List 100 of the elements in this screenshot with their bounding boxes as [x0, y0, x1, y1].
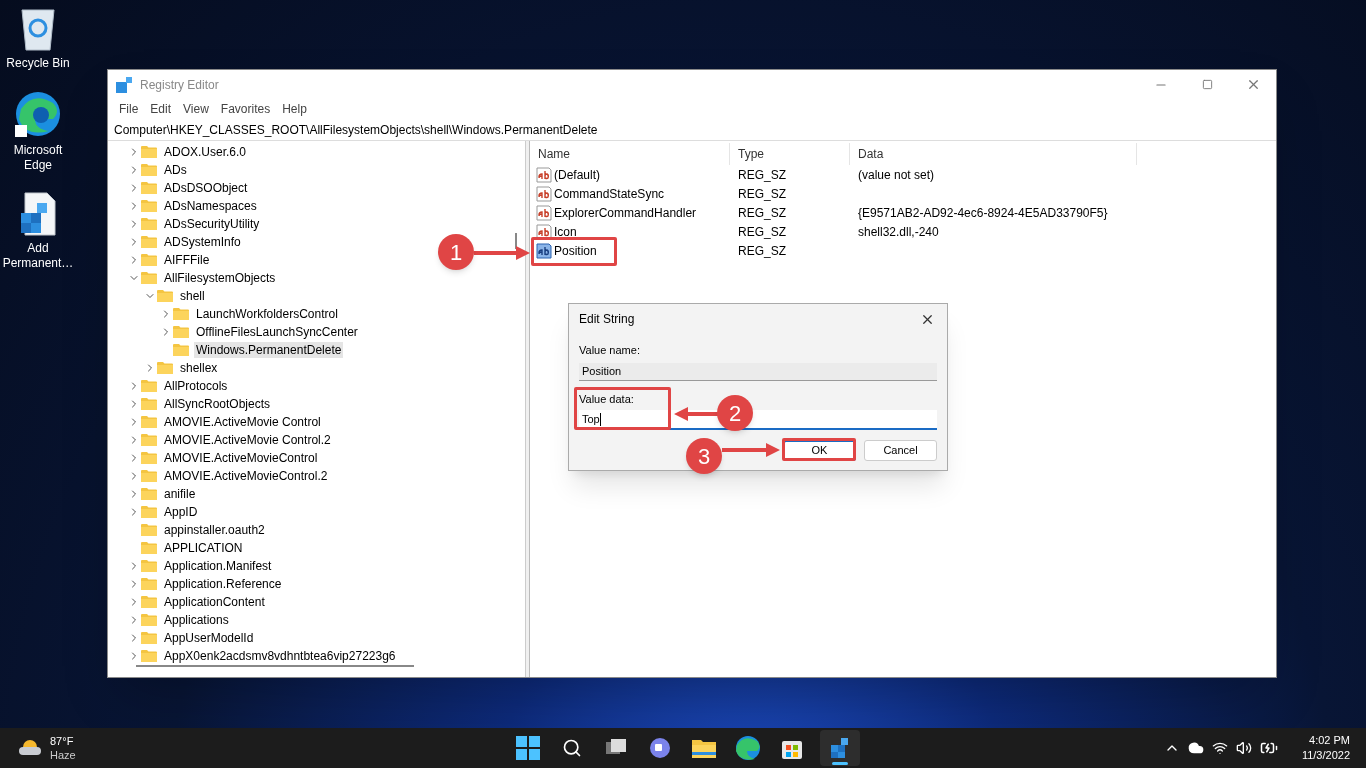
tree-item[interactable]: ADsDSOObject — [162, 180, 250, 196]
value-name[interactable]: ExplorerCommandHandler — [554, 203, 697, 222]
folder-icon — [173, 307, 189, 321]
folder-icon — [141, 271, 157, 285]
folder-icon — [173, 325, 189, 339]
menu-item[interactable]: Favorites — [215, 100, 276, 118]
field-label: Value data: — [579, 391, 635, 407]
desktop-icon-label[interactable]: Add Permanent… — [2, 241, 74, 271]
menu-item[interactable]: Help — [277, 100, 312, 118]
window-title: Registry Editor — [140, 76, 219, 94]
folder-icon — [141, 577, 157, 591]
tree-item[interactable]: ADs — [162, 162, 189, 178]
value-type: REG_SZ — [737, 223, 787, 241]
clock-time[interactable]: 4:02 PM — [1309, 733, 1350, 748]
tree-item[interactable]: AppUserModelId — [162, 630, 256, 646]
value-name[interactable]: CommandStateSync — [554, 184, 665, 203]
horizontal-scrollbar[interactable] — [136, 665, 414, 667]
browser-icon[interactable] — [13, 89, 63, 139]
column-header[interactable]: Data — [850, 143, 1137, 165]
tree-item[interactable]: Applications — [162, 612, 231, 628]
tree-item[interactable]: AMOVIE.ActiveMovieControl.2 — [162, 468, 330, 484]
dialog-title: Edit String — [579, 311, 635, 328]
value-data: (value not set) — [857, 166, 935, 184]
tree-item[interactable]: ApplicationContent — [162, 594, 267, 610]
address-bar[interactable]: Computer\HKEY_CLASSES_ROOT\AllFilesystemObjects\shell\Windows.PermanentDelete — [108, 119, 1276, 141]
tree-item[interactable]: OfflineFilesLaunchSyncCenter — [194, 324, 360, 340]
dialog-button[interactable]: Cancel — [864, 440, 937, 461]
folder-icon — [141, 199, 157, 213]
temperature-text[interactable]: 87°F — [50, 734, 76, 748]
menu-item[interactable]: Edit — [145, 100, 177, 118]
callout-arrow — [674, 407, 718, 421]
tree-item[interactable]: APPLICATION — [162, 540, 245, 556]
string-value-icon — [536, 166, 552, 183]
tree-item[interactable]: ADsNamespaces — [162, 198, 259, 214]
volume-icon[interactable] — [1235, 740, 1252, 756]
value-name[interactable]: Position — [554, 241, 597, 260]
folder-icon — [141, 379, 157, 393]
tree-item[interactable]: shell — [178, 288, 207, 304]
tree-item[interactable]: AIFFFile — [162, 252, 212, 268]
value-name-field[interactable]: Position — [579, 362, 937, 381]
string-value-icon — [536, 242, 552, 259]
tree-item[interactable]: Application.Manifest — [162, 558, 274, 574]
tree-item[interactable]: AppX0enk2acdsmv8vdhntbtea6vip27223g6 — [162, 648, 398, 664]
folder-icon — [141, 451, 157, 465]
tree-item[interactable]: AllSyncRootObjects — [162, 396, 273, 412]
column-header[interactable]: Type — [730, 143, 850, 165]
folder-icon — [141, 397, 157, 411]
folder-icon — [141, 631, 157, 645]
tree-item[interactable]: ADOX.User.6.0 — [162, 144, 249, 160]
desktop-icon-label[interactable]: Microsoft Edge — [2, 143, 74, 173]
weather-text[interactable]: Haze — [50, 748, 76, 762]
scrollbar-thumb[interactable] — [515, 233, 517, 249]
cloud-icon[interactable] — [1187, 740, 1204, 756]
folder-icon — [141, 145, 157, 159]
value-data: {E9571AB2-AD92-4ec6-8924-4E5AD33790F5} — [857, 204, 1108, 222]
tree-item[interactable]: Windows.PermanentDelete — [194, 342, 344, 358]
value-name[interactable]: (Default) — [554, 165, 600, 184]
folder-icon — [141, 595, 157, 609]
tree-item[interactable]: AllFilesystemObjects — [162, 270, 278, 286]
menu-item[interactable]: File — [114, 100, 144, 118]
folder-icon — [141, 559, 157, 573]
weather-icon[interactable] — [18, 738, 42, 758]
tree-item[interactable]: ADsSecurityUtility — [162, 216, 262, 232]
folder-icon — [141, 217, 157, 231]
tree-item[interactable]: AMOVIE.ActiveMovieControl — [162, 450, 320, 466]
menu-item[interactable]: View — [178, 100, 214, 118]
clock-date[interactable]: 11/3/2022 — [1301, 748, 1350, 763]
maximize-icon[interactable] — [1201, 79, 1213, 90]
tree-item[interactable]: AllProtocols — [162, 378, 230, 394]
tree-item[interactable]: Application.Reference — [162, 576, 284, 592]
tree-item[interactable]: AMOVIE.ActiveMovie Control.2 — [162, 432, 333, 448]
folder-icon — [157, 289, 173, 303]
tree-item[interactable]: appinstaller.oauth2 — [162, 522, 267, 538]
string-value-icon — [536, 204, 552, 221]
value-name[interactable]: Icon — [554, 222, 577, 241]
folder-icon — [141, 181, 157, 195]
folder-icon — [141, 253, 157, 267]
desktop-icon-label[interactable]: Recycle Bin — [2, 56, 74, 71]
tree-item[interactable]: LaunchWorkfoldersControl — [194, 306, 340, 322]
network-icon[interactable] — [1211, 740, 1228, 756]
tree-item[interactable]: shellex — [178, 360, 220, 376]
tree-item[interactable]: AppID — [162, 504, 200, 520]
value-data: shell32.dll,-240 — [857, 223, 939, 241]
value-type: REG_SZ — [737, 166, 787, 184]
registry-editor-icon — [829, 737, 851, 759]
tree-item[interactable]: AMOVIE.ActiveMovie Control — [162, 414, 323, 430]
column-header[interactable]: Name — [530, 143, 730, 165]
string-value-icon — [536, 185, 552, 202]
folder-icon — [141, 415, 157, 429]
folder-icon — [141, 505, 157, 519]
folder-icon — [141, 523, 157, 537]
registry-editor-taskbar-button[interactable] — [820, 730, 860, 766]
recycle-bin-icon[interactable] — [18, 6, 58, 52]
value-type: REG_SZ — [737, 185, 787, 203]
tree-item[interactable]: ADSystemInfo — [162, 234, 243, 250]
callout-arrow — [722, 443, 780, 457]
folder-icon — [157, 361, 173, 375]
folder-icon — [141, 433, 157, 447]
folder-icon — [173, 343, 189, 357]
tree-item[interactable]: anifile — [162, 486, 198, 502]
